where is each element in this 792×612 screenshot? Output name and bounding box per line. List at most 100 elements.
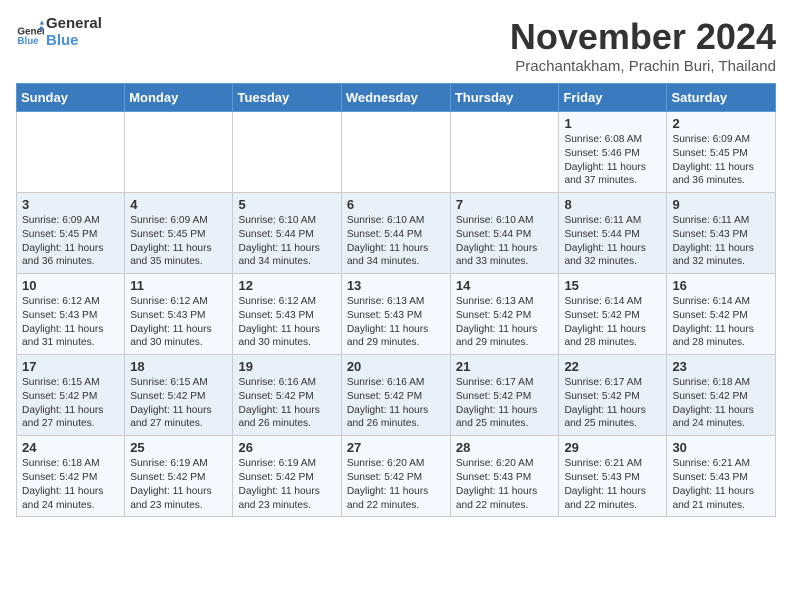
cell-text: Sunrise: 6:09 AM Sunset: 5:45 PM Dayligh… (22, 214, 119, 269)
logo-blue: Blue (46, 33, 102, 50)
cell-text: Sunrise: 6:17 AM Sunset: 5:42 PM Dayligh… (564, 376, 661, 431)
cell-text: Sunrise: 6:12 AM Sunset: 5:43 PM Dayligh… (22, 295, 119, 350)
day-number: 18 (130, 359, 227, 374)
day-number: 29 (564, 440, 661, 455)
day-number: 24 (22, 440, 119, 455)
cell-text: Sunrise: 6:09 AM Sunset: 5:45 PM Dayligh… (130, 214, 227, 269)
cell-text: Sunrise: 6:21 AM Sunset: 5:43 PM Dayligh… (564, 457, 661, 512)
day-number: 19 (238, 359, 335, 374)
calendar-cell (233, 112, 341, 193)
calendar-cell: 24 Sunrise: 6:18 AM Sunset: 5:42 PM Dayli… (17, 436, 125, 517)
cell-text: Sunrise: 6:18 AM Sunset: 5:42 PM Dayligh… (22, 457, 119, 512)
day-number: 22 (564, 359, 661, 374)
calendar-week-row: 17 Sunrise: 6:15 AM Sunset: 5:42 PM Dayli… (17, 355, 776, 436)
calendar-cell: 1 Sunrise: 6:08 AM Sunset: 5:46 PM Daylig… (559, 112, 667, 193)
day-number: 4 (130, 197, 227, 212)
calendar-cell: 6 Sunrise: 6:10 AM Sunset: 5:44 PM Daylig… (341, 193, 450, 274)
cell-text: Sunrise: 6:19 AM Sunset: 5:42 PM Dayligh… (130, 457, 227, 512)
calendar-week-row: 3 Sunrise: 6:09 AM Sunset: 5:45 PM Daylig… (17, 193, 776, 274)
calendar-cell: 20 Sunrise: 6:16 AM Sunset: 5:42 PM Dayli… (341, 355, 450, 436)
calendar-cell: 10 Sunrise: 6:12 AM Sunset: 5:43 PM Dayli… (17, 274, 125, 355)
day-number: 30 (672, 440, 770, 455)
day-number: 11 (130, 278, 227, 293)
day-number: 23 (672, 359, 770, 374)
calendar-week-row: 24 Sunrise: 6:18 AM Sunset: 5:42 PM Dayli… (17, 436, 776, 517)
day-number: 10 (22, 278, 119, 293)
day-number: 8 (564, 197, 661, 212)
cell-text: Sunrise: 6:11 AM Sunset: 5:43 PM Dayligh… (672, 214, 770, 269)
day-number: 12 (238, 278, 335, 293)
weekday-header: Monday (125, 84, 233, 112)
calendar-header-row: SundayMondayTuesdayWednesdayThursdayFrid… (17, 84, 776, 112)
day-number: 7 (456, 197, 554, 212)
weekday-header: Saturday (667, 84, 776, 112)
logo: General Blue General Blue (16, 16, 102, 49)
calendar-week-row: 1 Sunrise: 6:08 AM Sunset: 5:46 PM Daylig… (17, 112, 776, 193)
calendar-cell: 2Sunrise: 6:09 AM Sunset: 5:45 PM Daylig… (667, 112, 776, 193)
day-number: 25 (130, 440, 227, 455)
weekday-header: Wednesday (341, 84, 450, 112)
calendar-cell: 30 Sunrise: 6:21 AM Sunset: 5:43 PM Dayli… (667, 436, 776, 517)
weekday-header: Sunday (17, 84, 125, 112)
calendar-cell: 18 Sunrise: 6:15 AM Sunset: 5:42 PM Dayli… (125, 355, 233, 436)
calendar-cell: 7 Sunrise: 6:10 AM Sunset: 5:44 PM Daylig… (450, 193, 559, 274)
day-number: 15 (564, 278, 661, 293)
calendar-cell: 22 Sunrise: 6:17 AM Sunset: 5:42 PM Dayli… (559, 355, 667, 436)
day-number: 3 (22, 197, 119, 212)
month-title: November 2024 (510, 16, 776, 58)
calendar-table: SundayMondayTuesdayWednesdayThursdayFrid… (16, 83, 776, 517)
cell-text: Sunrise: 6:16 AM Sunset: 5:42 PM Dayligh… (238, 376, 335, 431)
cell-text: Sunrise: 6:08 AM Sunset: 5:46 PM Dayligh… (564, 133, 661, 188)
calendar-cell: 11 Sunrise: 6:12 AM Sunset: 5:43 PM Dayli… (125, 274, 233, 355)
day-number: 17 (22, 359, 119, 374)
cell-text: Sunrise: 6:14 AM Sunset: 5:42 PM Dayligh… (564, 295, 661, 350)
cell-text: Sunrise: 6:17 AM Sunset: 5:42 PM Dayligh… (456, 376, 554, 431)
calendar-cell: 29 Sunrise: 6:21 AM Sunset: 5:43 PM Dayli… (559, 436, 667, 517)
weekday-header: Tuesday (233, 84, 341, 112)
cell-text: Sunrise: 6:11 AM Sunset: 5:44 PM Dayligh… (564, 214, 661, 269)
cell-text: Sunrise: 6:13 AM Sunset: 5:43 PM Dayligh… (347, 295, 445, 350)
day-number: 2 (672, 116, 770, 131)
day-number: 6 (347, 197, 445, 212)
day-number: 13 (347, 278, 445, 293)
cell-text: Sunrise: 6:10 AM Sunset: 5:44 PM Dayligh… (347, 214, 445, 269)
calendar-cell: 12 Sunrise: 6:12 AM Sunset: 5:43 PM Dayli… (233, 274, 341, 355)
calendar-cell (125, 112, 233, 193)
calendar-cell: 27Sunrise: 6:20 AM Sunset: 5:42 PM Dayli… (341, 436, 450, 517)
calendar-cell: 14Sunrise: 6:13 AM Sunset: 5:42 PM Dayli… (450, 274, 559, 355)
cell-text: Sunrise: 6:19 AM Sunset: 5:42 PM Dayligh… (238, 457, 335, 512)
calendar-cell: 13 Sunrise: 6:13 AM Sunset: 5:43 PM Dayli… (341, 274, 450, 355)
calendar-cell (450, 112, 559, 193)
calendar-cell (341, 112, 450, 193)
calendar-cell: 4 Sunrise: 6:09 AM Sunset: 5:45 PM Daylig… (125, 193, 233, 274)
cell-text: Sunrise: 6:21 AM Sunset: 5:43 PM Dayligh… (672, 457, 770, 512)
day-number: 1 (564, 116, 661, 131)
calendar-cell: 8 Sunrise: 6:11 AM Sunset: 5:44 PM Daylig… (559, 193, 667, 274)
calendar-cell: 17 Sunrise: 6:15 AM Sunset: 5:42 PM Dayli… (17, 355, 125, 436)
cell-text: Sunrise: 6:15 AM Sunset: 5:42 PM Dayligh… (130, 376, 227, 431)
calendar-cell: 9 Sunrise: 6:11 AM Sunset: 5:43 PM Daylig… (667, 193, 776, 274)
calendar-week-row: 10 Sunrise: 6:12 AM Sunset: 5:43 PM Dayli… (17, 274, 776, 355)
calendar-cell: 25 Sunrise: 6:19 AM Sunset: 5:42 PM Dayli… (125, 436, 233, 517)
calendar-cell: 23Sunrise: 6:18 AM Sunset: 5:42 PM Dayli… (667, 355, 776, 436)
day-number: 14 (456, 278, 554, 293)
calendar-cell: 5Sunrise: 6:10 AM Sunset: 5:44 PM Daylig… (233, 193, 341, 274)
weekday-header: Thursday (450, 84, 559, 112)
day-number: 27 (347, 440, 445, 455)
calendar-cell: 16Sunrise: 6:14 AM Sunset: 5:42 PM Dayli… (667, 274, 776, 355)
cell-text: Sunrise: 6:14 AM Sunset: 5:42 PM Dayligh… (672, 295, 770, 350)
calendar-cell: 19 Sunrise: 6:16 AM Sunset: 5:42 PM Dayli… (233, 355, 341, 436)
page-header: General Blue General Blue November 2024 … (16, 16, 776, 75)
cell-text: Sunrise: 6:15 AM Sunset: 5:42 PM Dayligh… (22, 376, 119, 431)
day-number: 28 (456, 440, 554, 455)
day-number: 9 (672, 197, 770, 212)
cell-text: Sunrise: 6:20 AM Sunset: 5:43 PM Dayligh… (456, 457, 554, 512)
location-title: Prachantakham, Prachin Buri, Thailand (510, 58, 776, 75)
day-number: 21 (456, 359, 554, 374)
cell-text: Sunrise: 6:12 AM Sunset: 5:43 PM Dayligh… (238, 295, 335, 350)
day-number: 20 (347, 359, 445, 374)
cell-text: Sunrise: 6:12 AM Sunset: 5:43 PM Dayligh… (130, 295, 227, 350)
cell-text: Sunrise: 6:16 AM Sunset: 5:42 PM Dayligh… (347, 376, 445, 431)
weekday-header: Friday (559, 84, 667, 112)
cell-text: Sunrise: 6:10 AM Sunset: 5:44 PM Dayligh… (456, 214, 554, 269)
